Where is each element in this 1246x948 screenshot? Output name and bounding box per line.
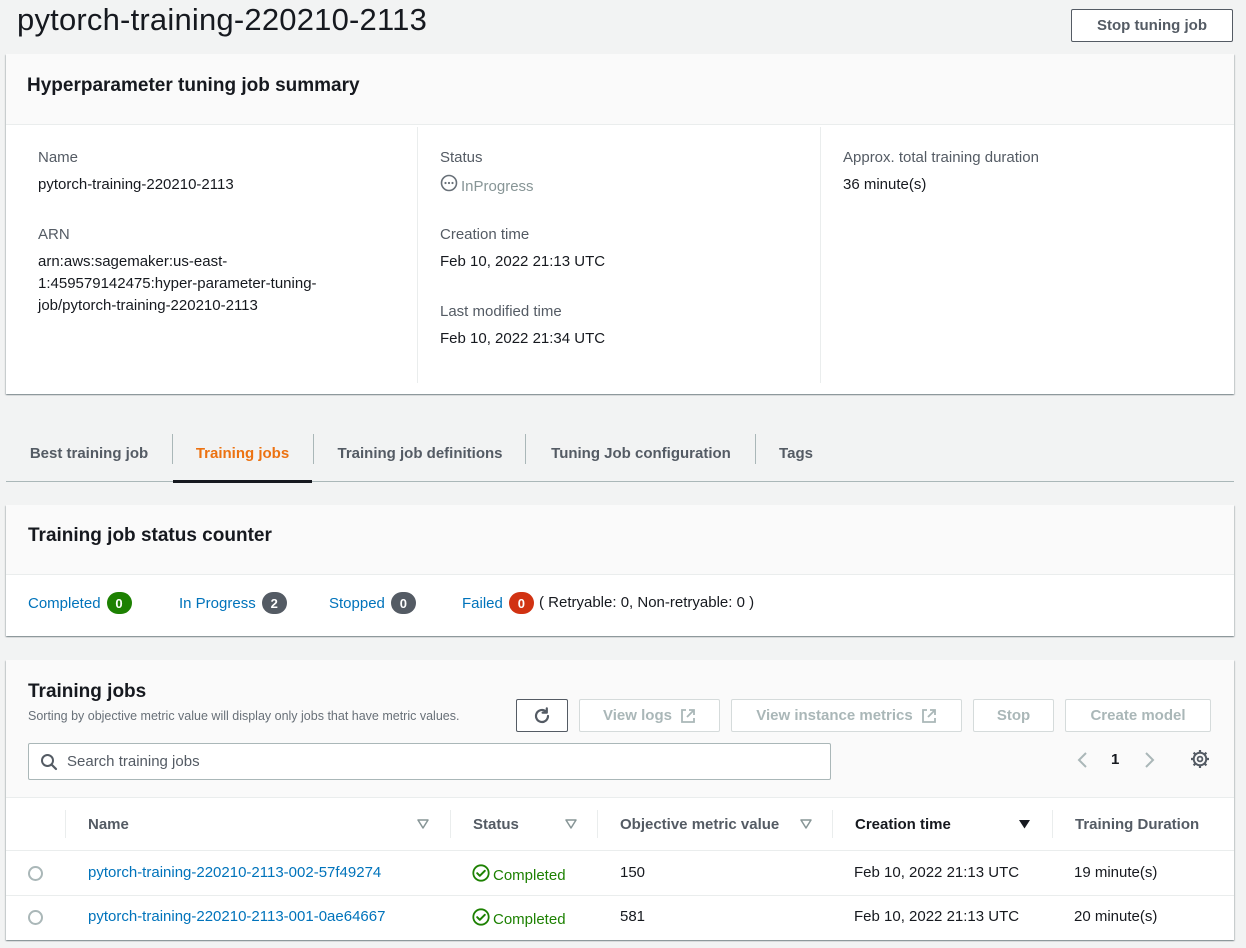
column-header-objective-metric[interactable]: Objective metric value (620, 798, 779, 851)
view-logs-button[interactable]: View logs (579, 699, 720, 732)
stop-job-button[interactable]: Stop (973, 699, 1054, 732)
search-input[interactable] (67, 744, 817, 779)
summary-title: Hyperparameter tuning job summary (27, 75, 360, 96)
view-instance-metrics-button[interactable]: View instance metrics (731, 699, 962, 732)
view-logs-label: View logs (603, 707, 672, 724)
arn-label: ARN (38, 226, 70, 243)
tab-training-job-definitions[interactable]: Training job definitions (314, 424, 526, 482)
duration-label: Approx. total training duration (843, 149, 1039, 166)
row-select-radio[interactable] (28, 866, 43, 881)
page-title: pytorch-training-220210-2113 (17, 2, 428, 37)
external-link-icon (680, 708, 696, 724)
stopped-count-badge: 0 (390, 592, 416, 614)
previous-page-icon[interactable] (1076, 750, 1090, 775)
page-number[interactable]: 1 (1111, 751, 1119, 768)
column-header-status[interactable]: Status (473, 798, 519, 851)
last-modified-label: Last modified time (440, 303, 562, 320)
job-status-text: Completed (493, 910, 566, 928)
creation-time-label: Creation time (440, 226, 530, 243)
job-name-link[interactable]: pytorch-training-220210-2113-002-57f4927… (88, 864, 381, 881)
status-counter-panel: Training job status counter (6, 505, 1234, 636)
create-model-label: Create model (1090, 707, 1186, 724)
failed-detail: ( Retryable: 0, Non-retryable: 0 ) (539, 594, 755, 611)
status-counter-title: Training job status counter (28, 525, 272, 546)
job-status: Completed (472, 864, 566, 886)
in-progress-icon (440, 174, 458, 199)
last-modified-value: Feb 10, 2022 21:34 UTC (440, 330, 606, 347)
arn-line: job/pytorch-training-220210-2113 (38, 297, 258, 314)
view-instance-metrics-label: View instance metrics (756, 707, 913, 724)
column-divider (417, 127, 418, 383)
training-jobs-title: Training jobs (28, 681, 147, 702)
column-header-name[interactable]: Name (88, 798, 129, 851)
stopped-label: Stopped (329, 594, 385, 612)
stop-tuning-job-button[interactable]: Stop tuning job (1071, 9, 1233, 42)
refresh-icon (532, 706, 552, 726)
column-separator (450, 810, 451, 838)
sort-icon[interactable] (800, 817, 812, 835)
in-progress-count-badge: 2 (261, 592, 287, 614)
tab-tags[interactable]: Tags (756, 424, 836, 482)
creation-time-value: Feb 10, 2022 21:13 UTC (440, 253, 606, 270)
completed-label: Completed (28, 594, 101, 612)
arn-line: 1:459579142475:hyper-parameter-tuning- (38, 275, 317, 292)
job-name-link[interactable]: pytorch-training-220210-2113-001-0ae6466… (88, 908, 385, 925)
job-status: Completed (472, 908, 566, 930)
completed-counter[interactable]: Completed 0 (28, 592, 132, 614)
row-select-radio[interactable] (28, 910, 43, 925)
external-link-icon (921, 708, 937, 724)
next-page-icon[interactable] (1142, 750, 1156, 775)
column-separator (65, 810, 66, 838)
failed-counter[interactable]: Failed 0 (462, 592, 534, 614)
tab-tuning-job-configuration[interactable]: Tuning Job configuration (526, 424, 756, 482)
name-label: Name (38, 149, 79, 166)
duration-value: 36 minute(s) (843, 176, 927, 193)
job-creation-time: Feb 10, 2022 21:13 UTC (854, 864, 1020, 881)
check-circle-icon (472, 864, 490, 886)
search-box (28, 743, 831, 780)
stopped-counter[interactable]: Stopped 0 (329, 592, 416, 614)
column-separator (832, 810, 833, 838)
job-creation-time: Feb 10, 2022 21:13 UTC (854, 908, 1020, 925)
arn-line: arn:aws:sagemaker:us-east- (38, 253, 228, 270)
name-value: pytorch-training-220210-2113 (38, 176, 234, 193)
column-divider (820, 127, 821, 383)
sort-icon[interactable] (565, 817, 577, 835)
sort-icon[interactable] (417, 817, 429, 835)
job-status-text: Completed (493, 866, 566, 884)
job-training-duration: 19 minute(s) (1074, 864, 1158, 881)
training-jobs-subtitle: Sorting by objective metric value will d… (28, 709, 460, 723)
status-label: Status (440, 149, 483, 166)
search-icon (40, 753, 58, 776)
tab-bar: Best training job Training jobs Training… (6, 424, 1234, 483)
arn-value: arn:aws:sagemaker:us-east- 1:45957914247… (38, 251, 368, 317)
completed-count-badge: 0 (106, 592, 132, 614)
summary-panel: Hyperparameter tuning job summary (6, 54, 1234, 394)
in-progress-label: In Progress (179, 594, 256, 612)
job-training-duration: 20 minute(s) (1074, 908, 1158, 925)
refresh-button[interactable] (516, 699, 568, 732)
tab-training-jobs[interactable]: Training jobs (173, 424, 312, 483)
status-value: InProgress (440, 174, 534, 199)
in-progress-counter[interactable]: In Progress 2 (179, 592, 287, 614)
job-metric-value: 150 (620, 864, 646, 881)
check-circle-icon (472, 908, 490, 930)
column-header-creation-time[interactable]: Creation time (855, 798, 951, 851)
column-separator (1052, 810, 1053, 838)
status-text: InProgress (461, 177, 534, 195)
column-separator (597, 810, 598, 838)
job-metric-value: 581 (620, 908, 646, 925)
create-model-button[interactable]: Create model (1065, 699, 1211, 732)
sort-descending-icon[interactable] (1018, 817, 1031, 835)
settings-gear-icon[interactable] (1190, 749, 1210, 774)
stop-tuning-job-label: Stop tuning job (1097, 17, 1207, 34)
failed-label: Failed (462, 594, 503, 612)
stop-job-label: Stop (996, 707, 1031, 724)
failed-count-badge: 0 (508, 592, 534, 614)
tab-best-training-job[interactable]: Best training job (18, 424, 160, 482)
column-header-training-duration[interactable]: Training Duration (1075, 798, 1199, 851)
